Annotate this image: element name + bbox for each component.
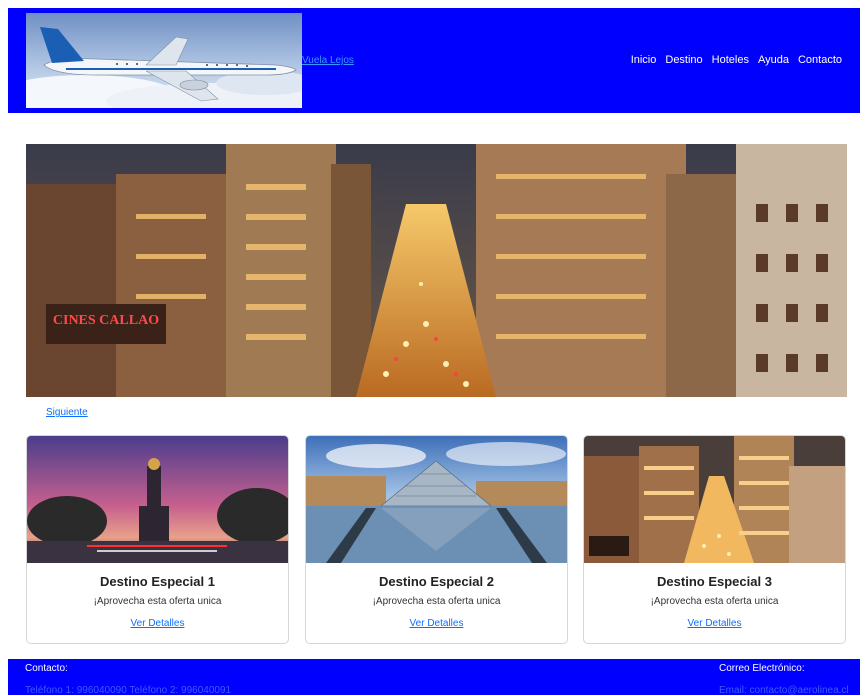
card-text-1: ¡Aprovecha esta oferta unica [93, 596, 222, 607]
destination-card-1: Destino Especial 1 ¡Aprovecha esta ofert… [26, 435, 289, 644]
card-details-link-3[interactable]: Ver Detalles [584, 618, 845, 629]
destination-card-3: Destino Especial 3 ¡Aprovecha esta ofert… [583, 435, 846, 644]
airplane-icon [26, 13, 302, 108]
site-footer: Contacto: Teléfono 1: 996040090 Teléfono… [8, 659, 860, 696]
footer-contact-label: Contacto: [25, 663, 68, 674]
footer-phones: Teléfono 1: 996040090 Teléfono 2: 996040… [25, 685, 232, 696]
site-header: Vuela Lejos Inicio Destino Hoteles Ayuda… [8, 8, 860, 113]
nav-inicio[interactable]: Inicio [631, 54, 657, 66]
destination-card-2: Destino Especial 2 ¡Aprovecha esta ofert… [305, 435, 568, 644]
nav-ayuda[interactable]: Ayuda [758, 54, 789, 66]
card-image-1 [27, 436, 288, 563]
card-title-1: Destino Especial 1 [100, 574, 215, 589]
footer-email: Email: contacto@aerolinea.cl [719, 685, 849, 696]
card-title-2: Destino Especial 2 [379, 574, 494, 589]
hero-carousel-image: CINES CALLAO [26, 144, 847, 397]
card-image-2 [306, 436, 567, 563]
brand-link[interactable]: Vuela Lejos [302, 55, 354, 66]
nav-contacto[interactable]: Contacto [798, 54, 842, 66]
card-details-link-2[interactable]: Ver Detalles [306, 618, 567, 629]
card-title-3: Destino Especial 3 [657, 574, 772, 589]
nav-hoteles[interactable]: Hoteles [712, 54, 749, 66]
nav-destino[interactable]: Destino [665, 54, 702, 66]
main-nav: Inicio Destino Hoteles Ayuda Contacto [631, 54, 842, 66]
card-text-3: ¡Aprovecha esta oferta unica [650, 596, 779, 607]
card-text-2: ¡Aprovecha esta oferta unica [372, 596, 501, 607]
carousel-next-link[interactable]: Siguiente [46, 407, 88, 418]
destination-cards: Destino Especial 1 ¡Aprovecha esta ofert… [26, 435, 847, 645]
footer-email-label: Correo Electrónico: [719, 663, 805, 674]
logo-airplane-image[interactable] [26, 13, 302, 108]
card-image-3 [584, 436, 845, 563]
cinema-sign-text: CINES CALLAO [53, 313, 159, 328]
card-details-link-1[interactable]: Ver Detalles [27, 618, 288, 629]
